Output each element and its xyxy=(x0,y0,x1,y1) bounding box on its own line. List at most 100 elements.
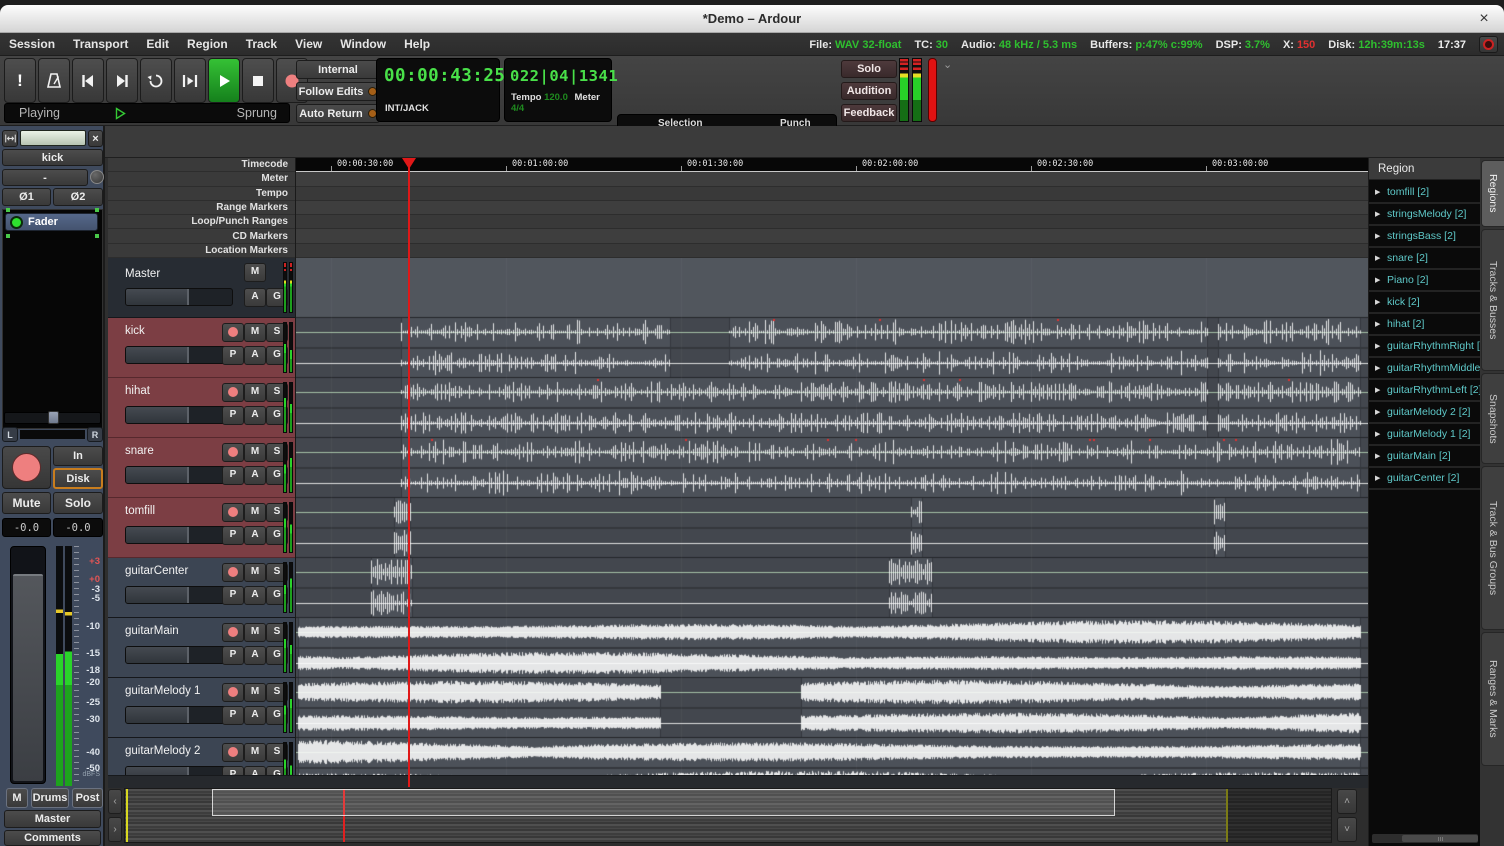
track-header-guitarcenter[interactable]: guitarCenterMSPAG xyxy=(108,558,295,618)
mute-button[interactable]: M xyxy=(244,743,266,762)
region-list-item[interactable]: ▶tomfill [2] xyxy=(1369,182,1481,204)
pan-handle[interactable] xyxy=(48,411,59,424)
automation-button[interactable]: A xyxy=(244,646,266,665)
region-expander-icon[interactable]: ▶ xyxy=(1375,188,1383,196)
automation-button[interactable]: A xyxy=(244,766,266,775)
region-list-item[interactable]: ▶guitarRhythmLeft [2] xyxy=(1369,380,1481,402)
mute-button[interactable]: M xyxy=(244,683,266,702)
strip-tab-post[interactable]: Post xyxy=(72,788,103,808)
region-list-item[interactable]: ▶guitarRhythmRight [2] xyxy=(1369,336,1481,358)
record-arm-button[interactable] xyxy=(222,383,244,402)
track-fader[interactable] xyxy=(125,406,233,424)
region-list-item[interactable]: ▶Piano [2] xyxy=(1369,270,1481,292)
gain-fader[interactable] xyxy=(10,546,46,784)
region-list-item[interactable]: ▶hihat [2] xyxy=(1369,314,1481,336)
automation-button[interactable]: A xyxy=(244,288,266,307)
playlist-button[interactable]: P xyxy=(222,346,244,365)
playlist-button[interactable]: P xyxy=(222,706,244,725)
region-expander-icon[interactable]: ▶ xyxy=(1375,254,1383,262)
track-canvas-area[interactable] xyxy=(295,258,1368,775)
menu-window[interactable]: Window xyxy=(331,33,395,55)
stop-button[interactable] xyxy=(242,58,274,103)
region-list-header[interactable]: Region xyxy=(1369,158,1481,180)
record-indicator-icon[interactable] xyxy=(1479,36,1498,53)
master-strip-button[interactable]: Master xyxy=(4,810,101,828)
track-fader[interactable] xyxy=(125,466,233,484)
track-header-tomfill[interactable]: tomfillMSPAG xyxy=(108,498,295,558)
mute-button[interactable]: M xyxy=(244,563,266,582)
ruler-lane-tempo[interactable] xyxy=(296,187,1368,201)
track-fader[interactable] xyxy=(125,766,233,775)
close-icon[interactable]: × xyxy=(1474,9,1494,29)
menu-view[interactable]: View xyxy=(286,33,331,55)
mute-button[interactable]: M xyxy=(244,623,266,642)
playlist-button[interactable]: P xyxy=(222,406,244,425)
scroll-up-icon[interactable]: ˄ xyxy=(1337,789,1357,814)
region-expander-icon[interactable]: ▶ xyxy=(1375,364,1383,372)
region-list-item[interactable]: ▶kick [2] xyxy=(1369,292,1481,314)
region-list-item[interactable]: ▶guitarCenter [2] xyxy=(1369,468,1481,490)
region-expander-icon[interactable]: ▶ xyxy=(1375,452,1383,460)
close-icon[interactable]: × xyxy=(88,130,103,147)
strip-tab-drums[interactable]: Drums xyxy=(31,788,69,808)
peak-display[interactable]: -0.0 xyxy=(53,518,103,537)
play-button[interactable] xyxy=(208,58,240,103)
title-card[interactable]: *Demo – Ardour × xyxy=(0,5,1504,33)
side-tab-regions[interactable]: Regions xyxy=(1481,160,1504,227)
fader-processor[interactable]: Fader xyxy=(5,213,98,231)
ruler-lane-timecode[interactable]: 00:00:30:0000:01:00:0000:01:30:0000:02:0… xyxy=(296,158,1368,172)
mute-button[interactable]: M xyxy=(244,443,266,462)
region-expander-icon[interactable]: ▶ xyxy=(1375,342,1383,350)
midi-panic-button[interactable]: ! xyxy=(4,58,36,103)
ruler-lane-loop-punch-ranges[interactable] xyxy=(296,215,1368,229)
menu-session[interactable]: Session xyxy=(0,33,64,55)
region-expander-icon[interactable]: ▶ xyxy=(1375,386,1383,394)
phase2-button[interactable]: Ø2 xyxy=(53,188,103,206)
goto-start-button[interactable] xyxy=(72,58,104,103)
track-fader[interactable] xyxy=(125,586,233,604)
automation-button[interactable]: A xyxy=(244,466,266,485)
loop-button[interactable] xyxy=(140,58,172,103)
automation-button[interactable]: A xyxy=(244,406,266,425)
auto-return-button[interactable]: Auto Return xyxy=(296,104,380,123)
playlist-button[interactable]: P xyxy=(222,586,244,605)
region-list-item[interactable]: ▶guitarRhythmMiddle [2] xyxy=(1369,358,1481,380)
play-range-button[interactable] xyxy=(174,58,206,103)
strip-color-display[interactable] xyxy=(20,130,86,146)
record-arm-button[interactable] xyxy=(222,443,244,462)
ruler-lane-range-markers[interactable] xyxy=(296,201,1368,215)
track-fader[interactable] xyxy=(125,288,233,306)
solo-button[interactable]: Solo xyxy=(53,492,103,514)
menu-transport[interactable]: Transport xyxy=(64,33,137,55)
region-list-scrollbar[interactable] xyxy=(1372,834,1478,843)
record-arm-button[interactable] xyxy=(222,683,244,702)
region-list-item[interactable]: ▶guitarMelody 1 [2] xyxy=(1369,424,1481,446)
shrink-strip-icon[interactable] xyxy=(2,130,18,147)
audition-button[interactable]: Audition xyxy=(841,82,897,100)
side-tab-ranges-marks[interactable]: Ranges & Marks xyxy=(1481,632,1504,766)
pan-slider[interactable] xyxy=(4,412,101,424)
strip-tab-m[interactable]: M xyxy=(6,788,28,808)
secondary-clock[interactable]: 022|04|1341 Tempo 120.0 Meter 4/4 xyxy=(504,58,612,122)
track-header-guitarmain[interactable]: guitarMainMSPAG xyxy=(108,618,295,678)
menu-region[interactable]: Region xyxy=(178,33,237,55)
scrollbar-grip[interactable] xyxy=(1402,835,1478,842)
ruler-lane-location-markers[interactable] xyxy=(296,244,1368,258)
region-list-item[interactable]: ▶stringsBass [2] xyxy=(1369,226,1481,248)
mute-button[interactable]: M xyxy=(244,383,266,402)
scroll-down-icon[interactable]: ˅ xyxy=(1337,817,1357,842)
automation-button[interactable]: A xyxy=(244,706,266,725)
track-header-kick[interactable]: kickMSPAG xyxy=(108,318,295,378)
automation-button[interactable]: A xyxy=(244,586,266,605)
playlist-button[interactable]: P xyxy=(222,466,244,485)
chevron-down-icon[interactable]: ⌄ xyxy=(943,60,952,70)
playlist-button[interactable]: P xyxy=(222,646,244,665)
metronome-button[interactable] xyxy=(38,58,70,103)
record-arm-button[interactable] xyxy=(222,503,244,522)
scroll-right-icon[interactable]: › xyxy=(108,817,122,842)
session-summary[interactable] xyxy=(124,788,1332,843)
record-arm-button[interactable] xyxy=(222,623,244,642)
goto-end-button[interactable] xyxy=(106,58,138,103)
region-expander-icon[interactable]: ▶ xyxy=(1375,210,1383,218)
mute-button[interactable]: M xyxy=(244,323,266,342)
